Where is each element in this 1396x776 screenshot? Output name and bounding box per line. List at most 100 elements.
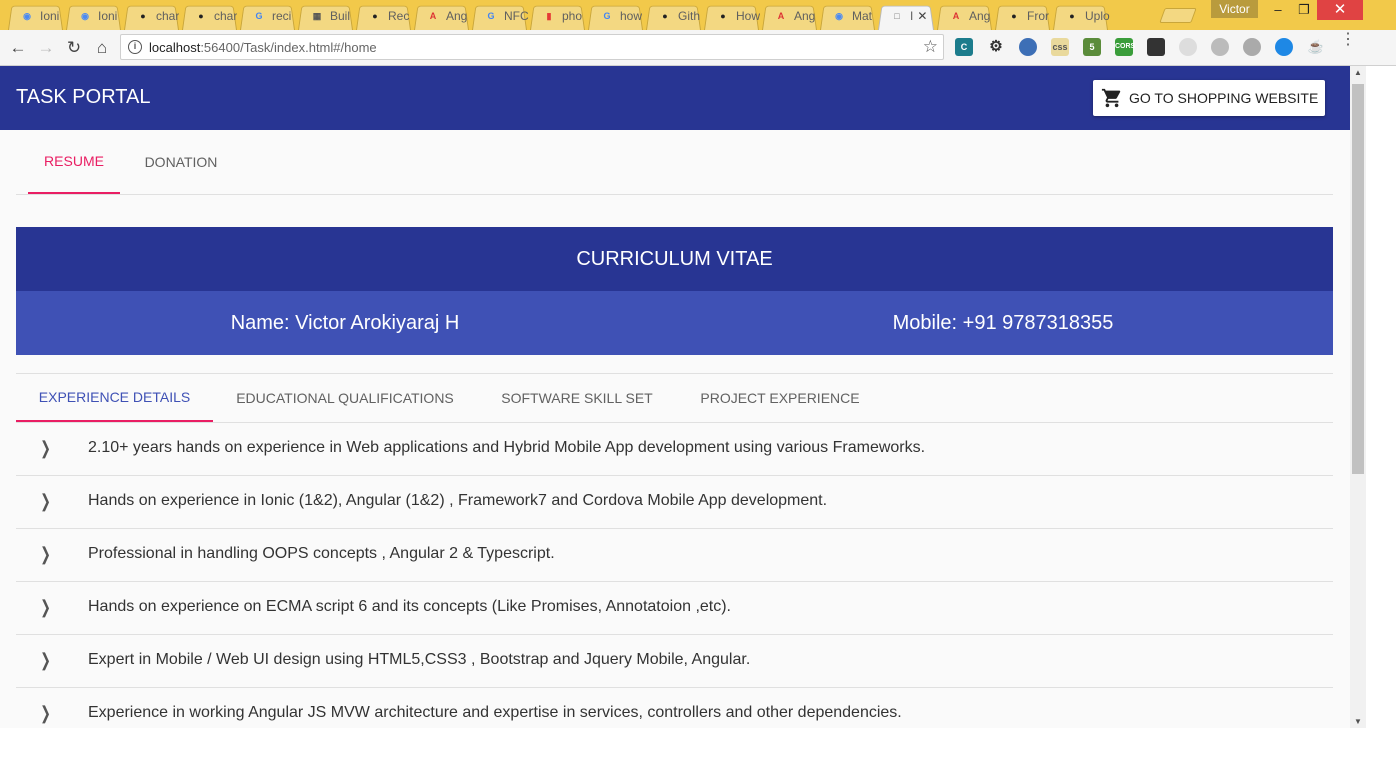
- browser-tab[interactable]: Greci: [238, 2, 297, 30]
- scroll-up-icon[interactable]: ▲: [1350, 68, 1366, 77]
- tab-experience-details[interactable]: EXPERIENCE DETAILS: [16, 374, 213, 422]
- github-icon: ●: [140, 11, 146, 21]
- browser-tab-label: Rec: [388, 9, 410, 23]
- info-icon[interactable]: i: [128, 40, 142, 54]
- gear-icon[interactable]: ⚙: [987, 38, 1005, 56]
- chevron-right-icon: ❯: [40, 438, 51, 458]
- browser-tab[interactable]: ● Fror: [993, 2, 1052, 30]
- experience-list: ❯ 2.10+ years hands on experience in Web …: [16, 423, 1333, 728]
- browser-tab[interactable]: ▦ Buil: [296, 2, 355, 30]
- tab-donation[interactable]: DONATION: [132, 130, 230, 194]
- tab-experience-details-label: EXPERIENCE DETAILS: [38, 389, 191, 405]
- url-text[interactable]: localhost:56400/Task/index.html#/home: [149, 40, 377, 55]
- extension-icon[interactable]: [1179, 38, 1197, 56]
- tab-software-skill-set-label: SOFTWARE SKILL SET: [501, 390, 653, 406]
- browser-tab-label: pho: [562, 9, 583, 23]
- angular-icon: A: [952, 11, 960, 21]
- tab-educational-qualifications-label: EDUCATIONAL QUALIFICATIONS: [236, 390, 454, 406]
- browser-tab-label: char: [156, 9, 180, 23]
- tab-educational-qualifications[interactable]: EDUCATIONAL QUALIFICATIONS: [213, 374, 477, 422]
- list-item[interactable]: ❯ Hands on experience in Ionic (1&2), Ang…: [16, 476, 1333, 529]
- browser-tab[interactable]: G NFC: [470, 2, 529, 30]
- extension-icon[interactable]: [1275, 38, 1293, 56]
- browser-tab[interactable]: A Ang: [412, 2, 471, 30]
- github-icon: ●: [198, 11, 204, 21]
- close-window-icon[interactable]: ✕: [1317, 0, 1363, 20]
- list-item[interactable]: ❯ 2.10+ years hands on experience in Web …: [16, 423, 1333, 476]
- browser-tab[interactable]: A Ang: [935, 2, 994, 30]
- github-icon: ●: [372, 11, 378, 21]
- film-icon[interactable]: [1147, 38, 1165, 56]
- tab-software-skill-set[interactable]: SOFTWARE SKILL SET: [477, 374, 677, 422]
- tab-project-experience[interactable]: PROJECT EXPERIENCE: [677, 374, 883, 422]
- scroll-down-icon[interactable]: ▼: [1350, 717, 1366, 726]
- browser-tab-label: Buil: [330, 9, 351, 23]
- chevron-right-icon: ❯: [40, 491, 51, 511]
- browser-tab[interactable]: ▮ pho: [528, 2, 587, 30]
- extension-icon[interactable]: [1211, 38, 1229, 56]
- browser-tab-label: Mat: [852, 9, 873, 23]
- list-item[interactable]: ❯ Experience in working Angular JS MVW ar…: [16, 688, 1333, 728]
- scrollbar-thumb[interactable]: [1352, 84, 1364, 474]
- list-item[interactable]: ❯ Hands on experience on ECMA script 6 an…: [16, 582, 1333, 635]
- tab-resume[interactable]: RESUME: [28, 130, 120, 194]
- minimize-icon[interactable]: –: [1265, 0, 1291, 20]
- chevron-right-icon: ❯: [40, 703, 51, 723]
- browser-tab[interactable]: ● Rec: [354, 2, 413, 30]
- cart-icon: [1101, 88, 1121, 108]
- address-bar[interactable]: i localhost:56400/Task/index.html#/home …: [120, 34, 944, 60]
- restore-icon[interactable]: ❐: [1291, 0, 1317, 20]
- browser-tab[interactable]: ◉ Ioni: [6, 2, 65, 30]
- list-item[interactable]: ❯ Professional in handling OOPS concepts …: [16, 529, 1333, 582]
- github-icon: ●: [1011, 11, 1017, 21]
- cv-name: Name: Victor Arokiyaraj H: [230, 312, 460, 334]
- profile-button[interactable]: Victor: [1211, 0, 1258, 18]
- new-tab-button[interactable]: [1159, 8, 1197, 23]
- ionic-icon: ◉: [81, 10, 89, 21]
- shopping-button-label: GO TO SHOPPING WEBSITE: [1129, 90, 1319, 106]
- browser-tab[interactable]: ● Gith: [644, 2, 703, 30]
- page-scrollbar[interactable]: ▲ ▼: [1350, 66, 1366, 728]
- tab-resume-label: RESUME: [44, 153, 104, 169]
- browser-tab-label: Ioni: [98, 9, 118, 23]
- angular-extension-icon[interactable]: [1243, 38, 1261, 56]
- browser-tab[interactable]: □ I ✕: [876, 2, 936, 30]
- browser-window: ◉ Ioni ◉ Ioni ● char ● char Greci ▦ Buil ● Rec A Ang G N…: [0, 0, 1396, 776]
- css-extension-icon[interactable]: css: [1051, 38, 1069, 56]
- globe-icon[interactable]: [1019, 38, 1037, 56]
- browser-toolbar: ← → ↻ ⌂ i localhost:56400/Task/index.htm…: [0, 30, 1396, 66]
- java-icon[interactable]: ☕: [1307, 38, 1325, 56]
- cors-icon[interactable]: CORS: [1115, 38, 1135, 56]
- browser-tab[interactable]: ● How: [702, 2, 761, 30]
- browser-menu-icon[interactable]: ⋮: [1340, 32, 1356, 48]
- close-tab-icon[interactable]: ✕: [917, 9, 927, 23]
- extension-badge-icon[interactable]: 5: [1083, 38, 1101, 56]
- chevron-right-icon: ❯: [40, 544, 51, 564]
- cv-contact-bar: Name: Victor Arokiyaraj H Mobile: +91 97…: [16, 291, 1333, 355]
- material-icon: ◉: [835, 10, 843, 21]
- shopping-website-button[interactable]: GO TO SHOPPING WEBSITE: [1093, 80, 1325, 116]
- bookmark-star-icon[interactable]: ☆: [923, 37, 938, 57]
- browser-tab-label: Fror: [1027, 9, 1049, 23]
- browser-tab[interactable]: ● char: [180, 2, 239, 30]
- browser-tab[interactable]: ● Uplo: [1051, 2, 1110, 30]
- list-item[interactable]: ❯ Expert in Mobile / Web UI design using …: [16, 635, 1333, 688]
- tab-project-experience-label: PROJECT EXPERIENCE: [700, 390, 860, 406]
- browser-tab[interactable]: Ghow: [586, 2, 645, 30]
- browser-tab[interactable]: ◉ Ioni: [64, 2, 123, 30]
- browser-tab-label: NFC: [504, 9, 529, 23]
- list-item-text: Expert in Mobile / Web UI design using H…: [88, 651, 751, 668]
- browser-tab[interactable]: ◉ Mat: [818, 2, 877, 30]
- app-toolbar: TASK PORTAL GO TO SHOPPING WEBSITE: [0, 66, 1350, 130]
- book-icon: ▦: [312, 10, 322, 21]
- reload-icon[interactable]: ↻: [62, 36, 86, 60]
- app-title: TASK PORTAL: [16, 86, 151, 108]
- forward-icon[interactable]: →: [34, 36, 58, 60]
- browser-tab[interactable]: A Ang: [760, 2, 819, 30]
- browser-tab[interactable]: ● char: [122, 2, 181, 30]
- home-icon[interactable]: ⌂: [90, 36, 114, 60]
- browser-tab-label: Ang: [794, 9, 816, 23]
- browser-tab-label: How: [736, 9, 761, 23]
- extension-icon[interactable]: C: [955, 38, 973, 56]
- back-icon[interactable]: ←: [6, 36, 30, 60]
